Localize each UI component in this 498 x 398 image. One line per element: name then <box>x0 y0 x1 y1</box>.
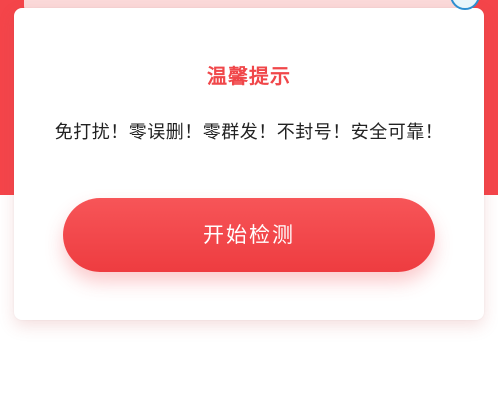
start-detection-button[interactable]: 开始检测 <box>63 198 435 272</box>
dialog-message: 免打扰！零误删！零群发！不封号！安全可靠！ <box>54 122 444 143</box>
dialog-title: 温馨提示 <box>207 64 291 88</box>
warm-tip-dialog <box>14 8 484 320</box>
